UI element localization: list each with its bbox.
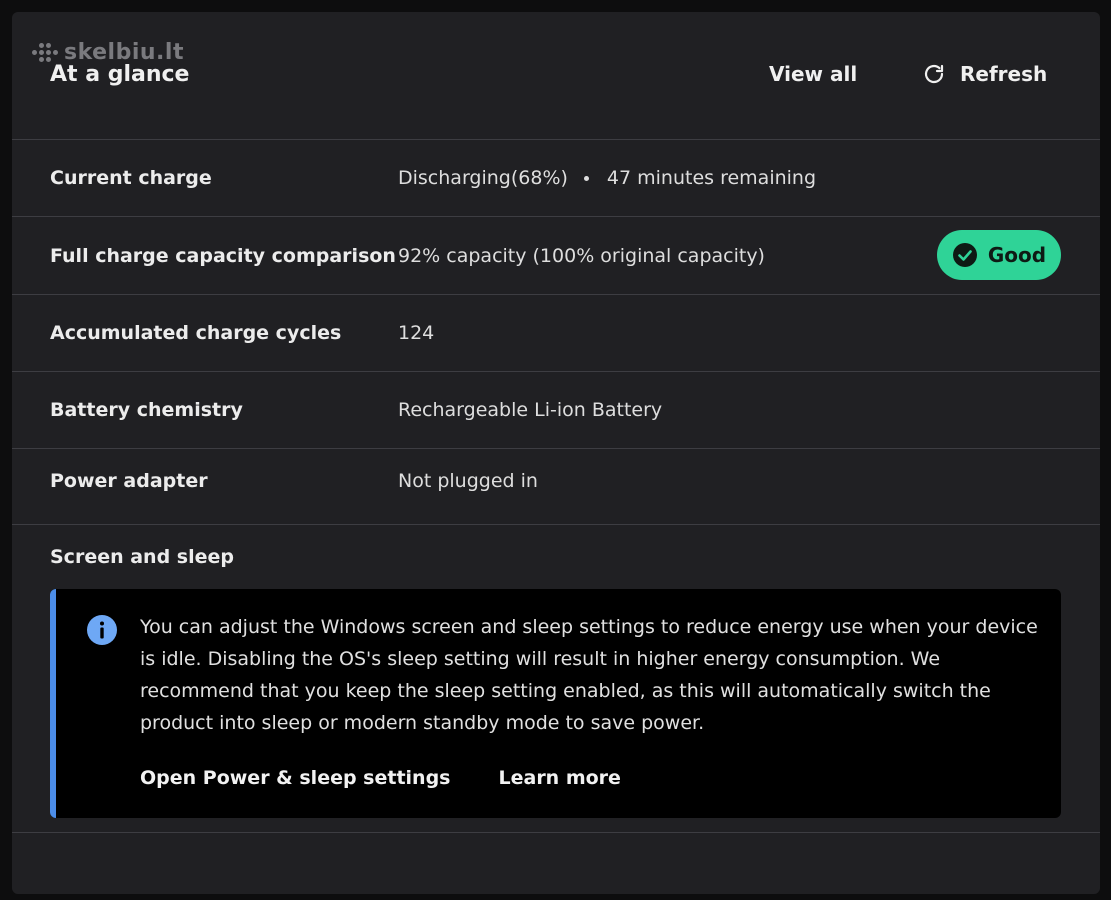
infobar-message: You can adjust the Windows screen and sl… <box>140 616 1038 734</box>
open-power-sleep-settings-link[interactable]: Open Power & sleep settings <box>140 767 451 789</box>
row-charge-cycles: Accumulated charge cycles 124 <box>12 295 1100 372</box>
charge-status: Discharging(68%) <box>398 167 568 189</box>
row-power-adapter: Power adapter Not plugged in <box>12 449 1100 525</box>
infobar-accent <box>50 589 56 818</box>
divider <box>12 832 1100 833</box>
row-battery-chemistry: Battery chemistry Rechargeable Li-ion Ba… <box>12 372 1100 449</box>
time-remaining: 47 minutes remaining <box>606 167 817 189</box>
charge-cycles-label: Accumulated charge cycles <box>50 322 342 344</box>
battery-chemistry-value: Rechargeable Li-ion Battery <box>398 399 663 421</box>
row-capacity-comparison: Full charge capacity comparison 92% capa… <box>12 217 1100 295</box>
screen-sleep-title: Screen and sleep <box>50 546 234 568</box>
panel-header: At a glance View all Refresh <box>12 12 1100 140</box>
check-circle-icon <box>952 243 977 267</box>
row-current-charge: Current charge Discharging(68%) 47 minut… <box>12 140 1100 217</box>
info-icon <box>87 615 117 645</box>
at-a-glance-panel: skelbiu.lt At a glance View all Refresh … <box>12 12 1100 894</box>
refresh-icon <box>924 64 944 84</box>
refresh-button[interactable]: Refresh <box>922 62 1047 86</box>
infobar-links: Open Power & sleep settings Learn more <box>140 767 621 789</box>
refresh-label: Refresh <box>960 62 1048 86</box>
capacity-comparison-label: Full charge capacity comparison <box>50 245 396 267</box>
learn-more-link[interactable]: Learn more <box>499 767 621 789</box>
page-title: At a glance <box>50 62 190 87</box>
status-badge: Good <box>937 230 1061 280</box>
current-charge-label: Current charge <box>50 167 212 189</box>
status-badge-label: Good <box>987 243 1047 267</box>
view-all-label: View all <box>769 62 858 86</box>
power-adapter-label: Power adapter <box>50 470 208 492</box>
current-charge-value: Discharging(68%) 47 minutes remaining <box>398 167 816 189</box>
power-adapter-value: Not plugged in <box>398 470 538 492</box>
screen-sleep-infobar: You can adjust the Windows screen and sl… <box>50 589 1061 818</box>
battery-chemistry-label: Battery chemistry <box>50 399 243 421</box>
capacity-comparison-value: 92% capacity (100% original capacity) <box>398 245 765 267</box>
separator-dot <box>583 175 589 181</box>
charge-cycles-value: 124 <box>398 322 435 344</box>
view-all-button[interactable]: View all <box>769 62 857 86</box>
